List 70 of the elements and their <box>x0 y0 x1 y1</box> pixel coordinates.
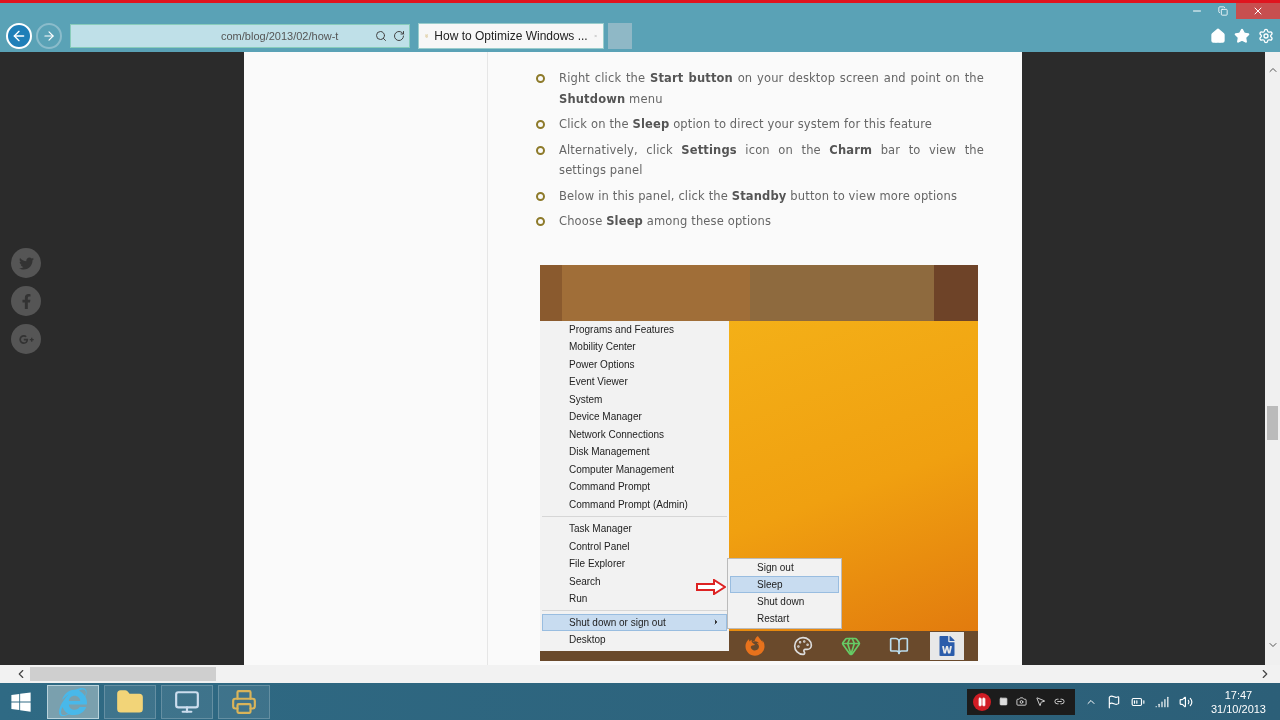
clock[interactable]: 17:47 31/10/2013 <box>1210 687 1266 716</box>
signal-icon[interactable] <box>1154 694 1169 709</box>
step-text: Below in this panel, click the Standby button to view more options <box>559 187 959 205</box>
menu-item[interactable]: Command Prompt <box>542 478 727 496</box>
menu-item[interactable]: Programs and Features <box>542 320 727 338</box>
menu-item[interactable]: File Explorer <box>542 555 727 573</box>
browser-tab[interactable]: How to Optimize Windows ... <box>418 22 604 49</box>
bullet-ring <box>536 120 545 129</box>
search-icon <box>375 29 387 42</box>
word-document-icon <box>930 631 964 660</box>
forward-arrow-icon <box>42 28 56 43</box>
windows-logo-icon[interactable] <box>10 690 32 713</box>
printer-icon <box>231 688 257 715</box>
arrow-icon <box>696 578 726 595</box>
menu-item[interactable]: Restart <box>730 609 839 627</box>
restore-icon <box>1218 6 1228 16</box>
bullet-ring <box>536 145 545 155</box>
menu-item[interactable]: Sign out <box>730 559 839 577</box>
menu-item[interactable]: Computer Management <box>542 460 727 478</box>
camera-icon[interactable] <box>1015 696 1027 707</box>
speaker-icon[interactable] <box>1178 694 1193 709</box>
step-text: Right click the Start button on your desktop screen and point on the Shutdown menu <box>559 70 984 108</box>
menu-item[interactable]: Network Connections <box>542 425 727 443</box>
settings-icon[interactable] <box>1258 27 1274 44</box>
date-text: 31/10/2013 <box>1210 701 1266 716</box>
time-text: 17:47 <box>1224 687 1253 702</box>
menu-item[interactable]: Device Manager <box>542 408 727 426</box>
back-button[interactable] <box>6 22 32 49</box>
address-bar[interactable]: com/blog/2013/02/how-t <box>70 23 410 48</box>
bullet-ring <box>536 191 545 201</box>
bullet-ring <box>536 74 545 83</box>
google-plus-icon[interactable] <box>11 324 41 354</box>
submenu-arrow-icon <box>712 618 720 627</box>
menu-item[interactable]: Event Viewer <box>542 373 727 391</box>
menu-item[interactable]: Disk Management <box>542 443 727 461</box>
url-text: com/blog/2013/02/how-t <box>221 29 340 42</box>
menu-item[interactable]: Desktop <box>542 631 727 649</box>
menu-item[interactable]: Control Panel <box>542 537 727 555</box>
menu-item[interactable]: Shut down or sign out <box>542 613 727 631</box>
twitter-bird-icon[interactable] <box>11 248 41 278</box>
menu-item[interactable]: Mobility Center <box>542 338 727 356</box>
link-icon[interactable] <box>1053 696 1065 707</box>
step-text: Click on the Sleep option to direct your system for this feature <box>559 116 934 133</box>
pause-icon[interactable] <box>972 692 991 711</box>
step-text: Choose Sleep among these options <box>559 213 773 230</box>
tab-title: How to Optimize Windows ... <box>434 28 588 43</box>
taskbar-app[interactable] <box>47 684 99 719</box>
close-icon <box>1252 5 1264 17</box>
cursor-icon[interactable] <box>1034 696 1046 707</box>
forward-button[interactable] <box>36 22 62 49</box>
menu-item[interactable]: Power Options <box>542 355 727 373</box>
favorites-star-icon[interactable] <box>1234 27 1250 44</box>
menu-item[interactable]: System <box>542 390 727 408</box>
menu-item[interactable]: Command Prompt (Admin) <box>542 495 727 513</box>
monitor-icon <box>174 688 200 715</box>
menu-item[interactable]: Shut down <box>730 593 839 610</box>
refresh-icon <box>393 29 405 42</box>
menu-item[interactable]: Search <box>542 572 727 590</box>
browser-e-icon <box>59 687 87 716</box>
folder-icon <box>116 687 144 716</box>
stop-icon[interactable] <box>998 697 1008 706</box>
flag-icon[interactable] <box>1106 694 1121 709</box>
scrollbar-thumb[interactable] <box>30 667 216 681</box>
menu-item[interactable]: Run <box>542 590 727 608</box>
scrollbar-thumb[interactable] <box>1267 406 1278 440</box>
facebook-f-icon[interactable] <box>11 286 41 316</box>
bullet-ring <box>536 217 545 226</box>
menu-item[interactable]: Task Manager <box>542 520 727 538</box>
home-icon[interactable] <box>1210 27 1226 44</box>
menu-item[interactable]: Sleep <box>730 576 839 593</box>
